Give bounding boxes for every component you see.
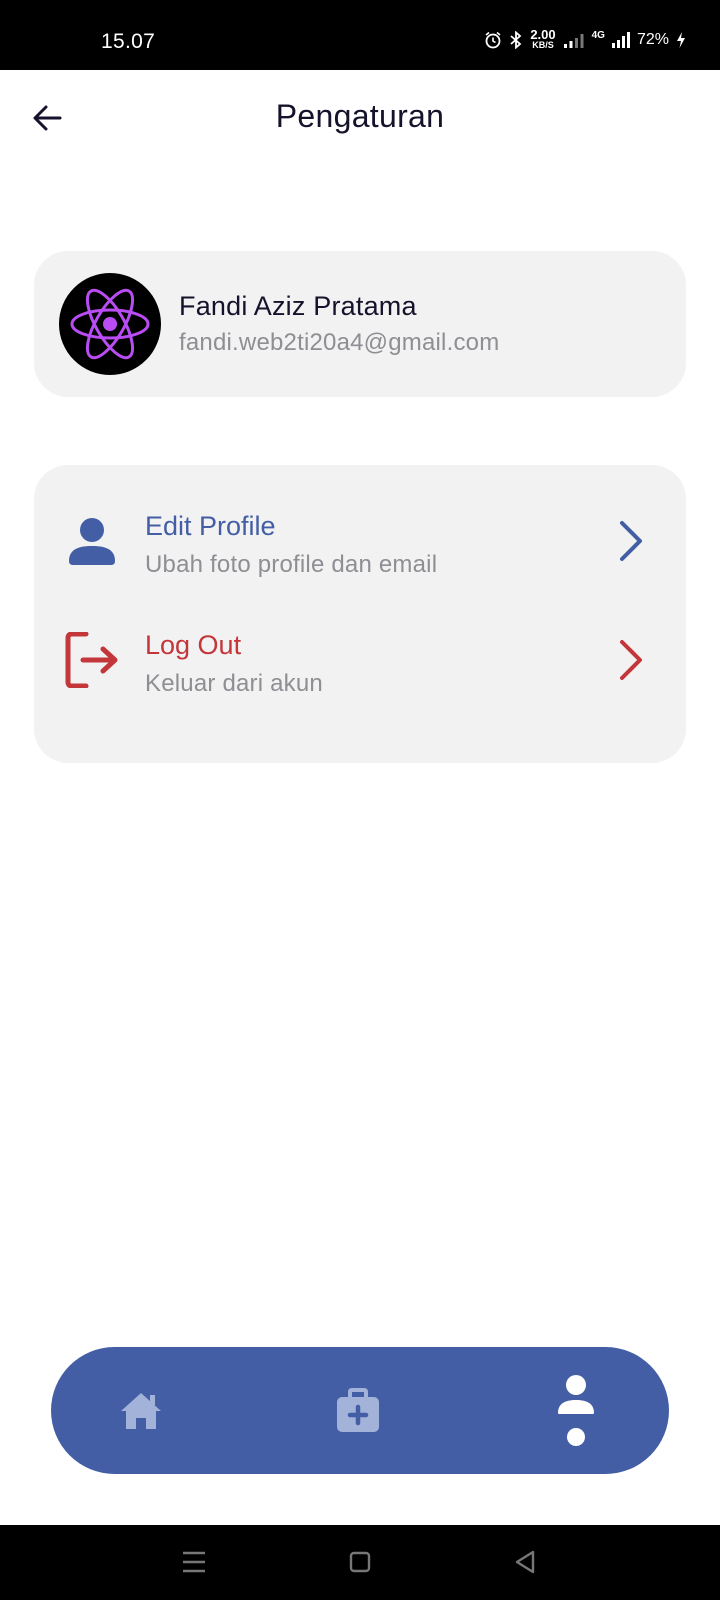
charging-icon — [677, 32, 685, 48]
network-speed-value: 2.00 — [530, 27, 556, 42]
network-type: 4G — [591, 30, 605, 41]
avatar — [59, 273, 161, 375]
edit-profile-item[interactable]: Edit Profile Ubah foto profile dan email — [34, 511, 686, 613]
user-icon — [69, 518, 115, 565]
edit-profile-title: Edit Profile — [145, 511, 276, 541]
menu-icon — [183, 1551, 205, 1573]
network-speed-unit: KB/S — [532, 40, 554, 50]
status-bar: 15.07 2.00 KB/S 4G 72% — [0, 0, 720, 70]
user-icon — [558, 1374, 594, 1446]
status-icons: 2.00 KB/S 4G 72% — [484, 27, 686, 50]
logout-subtitle: Keluar dari akun — [145, 670, 323, 697]
bluetooth-icon — [510, 31, 522, 49]
profile-email: fandi.web2ti20a4@gmail.com — [179, 329, 500, 356]
recent-apps-button[interactable] — [179, 1547, 209, 1577]
system-back-button[interactable] — [511, 1547, 541, 1577]
system-home-button[interactable] — [345, 1547, 375, 1577]
chevron-right-icon — [620, 521, 642, 561]
profile-name: Fandi Aziz Pratama — [179, 291, 417, 321]
nav-profile-button[interactable] — [521, 1347, 631, 1474]
square-icon — [349, 1551, 371, 1573]
home-icon — [121, 1392, 161, 1429]
settings-menu: Edit Profile Ubah foto profile dan email… — [34, 465, 686, 763]
profile-card: Fandi Aziz Pratama fandi.web2ti20a4@gmai… — [34, 251, 686, 397]
nav-medical-button[interactable] — [303, 1347, 413, 1474]
edit-profile-subtitle: Ubah foto profile dan email — [145, 551, 438, 578]
chevron-right-icon — [620, 640, 642, 680]
logout-icon — [65, 632, 118, 688]
triangle-back-icon — [515, 1550, 535, 1574]
signal-strong-icon — [611, 32, 630, 48]
logout-title: Log Out — [145, 630, 242, 660]
react-atom-icon — [70, 288, 150, 360]
logout-item[interactable]: Log Out Keluar dari akun — [34, 630, 686, 732]
nav-home-button[interactable] — [86, 1347, 196, 1474]
medical-kit-icon — [337, 1387, 379, 1432]
status-time: 15.07 — [101, 30, 156, 53]
alarm-icon — [485, 31, 501, 49]
bottom-navigation — [51, 1347, 669, 1474]
system-navigation-bar — [0, 1525, 720, 1600]
page-title: Pengaturan — [275, 98, 445, 134]
network-speed: 2.00 KB/S — [530, 27, 556, 50]
signal-weak-icon — [563, 34, 584, 48]
battery-level: 72% — [636, 31, 669, 48]
